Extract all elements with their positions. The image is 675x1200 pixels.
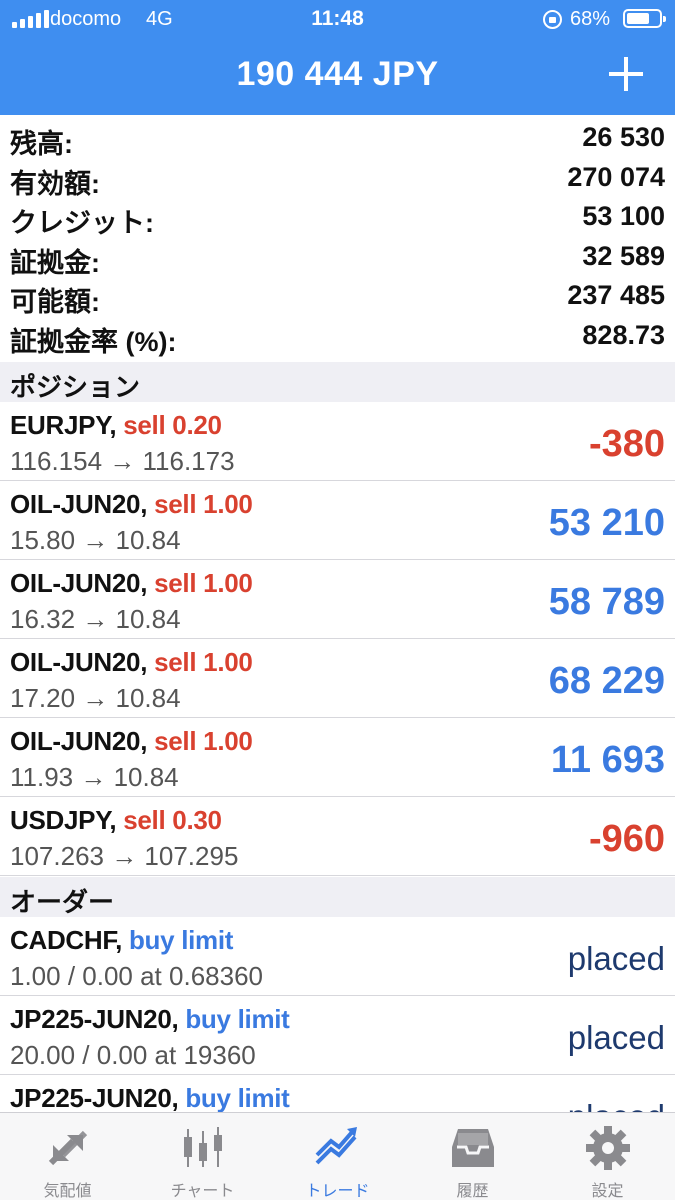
summary-value: 270 074 — [567, 161, 665, 192]
orders-section-title: オーダー — [10, 887, 115, 917]
tab-quotes[interactable]: 気配値 — [0, 1113, 135, 1200]
status-bar: docomo 4G 11:48 68% — [0, 0, 675, 38]
tab-settings[interactable]: 設定 — [540, 1113, 675, 1200]
summary-label: 可能額: — [10, 287, 100, 317]
position-title: OIL-JUN20, sell 1.00 — [10, 647, 253, 678]
trade-trend-icon — [313, 1125, 363, 1171]
position-profit: 53 210 — [548, 502, 665, 544]
position-symbol: OIL-JUN20, — [10, 489, 148, 519]
position-profit: 11 693 — [550, 739, 665, 781]
position-title: OIL-JUN20, sell 1.00 — [10, 726, 253, 757]
account-balance-title: 190 444 JPY — [236, 55, 439, 93]
position-symbol: EURJPY, — [10, 410, 117, 440]
summary-row: 有効額: 270 074 — [0, 158, 675, 199]
battery-percent: 68% — [570, 8, 611, 30]
summary-value: 828.73 — [582, 319, 665, 350]
tab-bar: 気配値 チャート トレード 履歴 設定 — [0, 1112, 675, 1200]
order-title: JP225-JUN20, buy limit — [10, 1004, 290, 1035]
positions-section-header: ポジション — [0, 362, 675, 402]
summary-value: 53 100 — [582, 201, 665, 231]
position-symbol: OIL-JUN20, — [10, 726, 148, 756]
order-detail: 20.00 / 0.00 at 19360 — [10, 1040, 256, 1070]
order-symbol: JP225-JUN20, — [10, 1004, 179, 1034]
order-side: buy limit — [128, 925, 234, 955]
summary-label: クレジット: — [10, 208, 154, 238]
position-title: OIL-JUN20, sell 1.00 — [10, 489, 253, 520]
summary-row: 残高: 26 530 — [0, 118, 675, 159]
position-symbol: OIL-JUN20, — [10, 647, 148, 677]
summary-row: 証拠金: 32 589 — [0, 237, 675, 278]
tab-label: 設定 — [591, 1183, 624, 1200]
position-side: sell 1.00 — [154, 726, 253, 756]
history-inbox-icon — [448, 1125, 498, 1171]
position-title: USDJPY, sell 0.30 — [10, 805, 222, 836]
position-profit: -380 — [588, 423, 665, 465]
position-prices: 16.32 → 10.84 — [10, 604, 181, 634]
order-row[interactable]: CADCHF, buy limit 1.00 / 0.00 at 0.68360 p… — [0, 917, 675, 996]
summary-label: 証拠金: — [10, 247, 100, 278]
tab-history[interactable]: 履歴 — [405, 1113, 540, 1200]
tab-chart[interactable]: チャート — [135, 1113, 270, 1200]
battery-icon — [623, 9, 666, 28]
position-title: EURJPY, sell 0.20 — [10, 410, 222, 441]
quotes-arrows-icon — [43, 1125, 93, 1171]
order-symbol: JP225-JUN20, — [10, 1083, 179, 1113]
position-side: sell 0.30 — [123, 805, 222, 835]
plus-icon[interactable] — [606, 55, 646, 95]
position-side: sell 1.00 — [154, 489, 253, 519]
position-prices: 11.93 → 10.84 — [10, 762, 179, 792]
summary-row: 可能額: 237 485 — [0, 276, 675, 317]
order-symbol: CADCHF, — [10, 925, 123, 955]
order-title: CADCHF, buy limit — [10, 925, 233, 956]
rotation-lock-icon — [543, 10, 562, 29]
position-title: OIL-JUN20, sell 1.00 — [10, 568, 253, 599]
position-row[interactable]: OIL-JUN20, sell 1.00 11.93 → 10.84 11 693 — [0, 718, 675, 797]
position-side: sell 0.20 — [123, 410, 222, 440]
order-detail: 1.00 / 0.00 at 0.68360 — [10, 961, 263, 991]
tab-label: 気配値 — [43, 1183, 92, 1200]
position-profit: 58 789 — [548, 581, 665, 623]
account-summary: 残高: 26 530 有効額: 270 074 クレジット: 53 100 証拠金: 32 5… — [0, 118, 675, 357]
tab-label: チャート — [170, 1183, 235, 1200]
order-side: buy limit — [185, 1004, 290, 1034]
position-row[interactable]: USDJPY, sell 0.30 107.263 → 107.295 -960 — [0, 797, 675, 876]
position-side: sell 1.00 — [154, 647, 253, 677]
summary-label: 証拠金率 (%): — [10, 326, 177, 357]
position-prices: 107.263 → 107.295 — [10, 841, 239, 871]
position-prices: 17.20 → 10.84 — [10, 683, 181, 713]
position-symbol: OIL-JUN20, — [10, 568, 148, 598]
orders-section-header: オーダー — [0, 877, 675, 917]
summary-row: クレジット: 53 100 — [0, 197, 675, 238]
order-state: placed — [567, 940, 665, 977]
position-profit: -960 — [588, 818, 665, 860]
tab-label: トレード — [305, 1183, 370, 1200]
candlestick-icon — [178, 1125, 228, 1171]
position-symbol: USDJPY, — [10, 805, 117, 835]
tab-label: 履歴 — [456, 1183, 489, 1200]
gear-icon — [583, 1125, 633, 1171]
order-state: placed — [567, 1019, 665, 1056]
tab-trade[interactable]: トレード — [270, 1113, 405, 1200]
summary-row: 証拠金率 (%): 828.73 — [0, 316, 675, 357]
top-bar: docomo 4G 11:48 68% 190 444 JPY — [0, 0, 675, 115]
order-title: JP225-JUN20, buy limit — [10, 1083, 290, 1114]
position-row[interactable]: OIL-JUN20, sell 1.00 15.80 → 10.84 53 210 — [0, 481, 675, 560]
position-row[interactable]: OIL-JUN20, sell 1.00 17.20 → 10.84 68 229 — [0, 639, 675, 718]
summary-value: 237 485 — [567, 280, 665, 310]
order-row[interactable]: JP225-JUN20, buy limit 20.00 / 0.00 at 19… — [0, 996, 675, 1075]
position-side: sell 1.00 — [154, 568, 253, 598]
position-prices: 116.154 → 116.173 — [10, 446, 235, 476]
position-prices: 15.80 → 10.84 — [10, 525, 181, 555]
positions-list: EURJPY, sell 0.20 116.154 → 116.173 -380 OI… — [0, 402, 675, 876]
summary-label: 有効額: — [10, 168, 100, 199]
position-row[interactable]: EURJPY, sell 0.20 116.154 → 116.173 -380 — [0, 402, 675, 481]
position-profit: 68 229 — [548, 660, 665, 702]
summary-value: 26 530 — [582, 122, 665, 152]
positions-section-title: ポジション — [10, 372, 141, 402]
order-side: buy limit — [185, 1083, 290, 1113]
summary-value: 32 589 — [582, 240, 665, 271]
summary-label: 残高: — [10, 129, 73, 159]
position-row[interactable]: OIL-JUN20, sell 1.00 16.32 → 10.84 58 789 — [0, 560, 675, 639]
